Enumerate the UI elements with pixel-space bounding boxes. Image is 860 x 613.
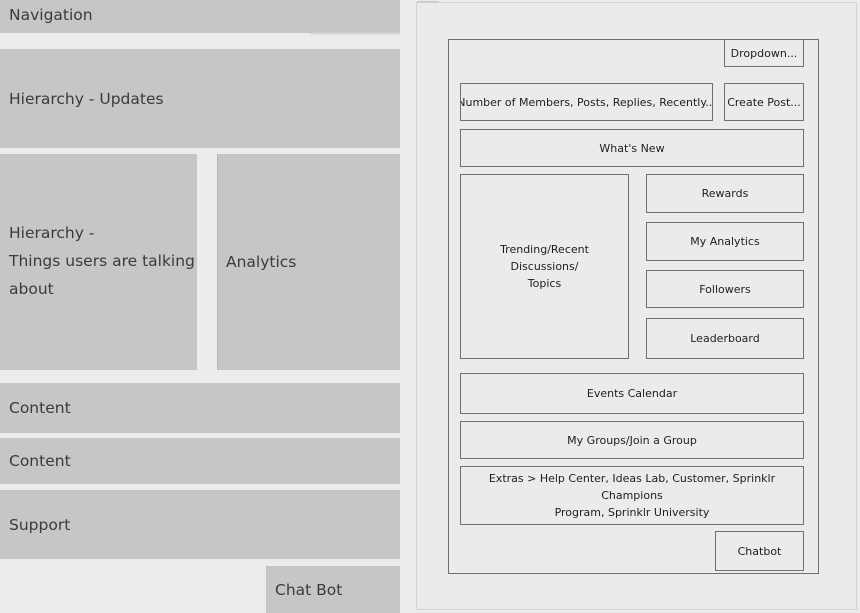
extras-label-line-2: Program, Sprinklr University [554, 506, 710, 519]
content-label-1: Content [9, 399, 71, 417]
navigation-label: Navigation [9, 6, 93, 24]
chatbot-button[interactable]: Chatbot [715, 531, 804, 571]
my-groups-section[interactable]: My Groups/Join a Group [460, 421, 804, 459]
chat-bot-label: Chat Bot [275, 580, 343, 599]
community-stats-box: Number of Members, Posts, Replies, Recen… [460, 83, 713, 121]
support-label: Support [9, 515, 71, 534]
followers-label: Followers [699, 282, 751, 296]
my-analytics-label: My Analytics [690, 235, 760, 248]
extras-section[interactable]: Extras > Help Center, Ideas Lab, Custome… [460, 466, 804, 525]
create-post-label: Create Post... [727, 95, 801, 109]
my-analytics-button[interactable]: My Analytics [646, 222, 804, 261]
events-calendar-section[interactable]: Events Calendar [460, 373, 804, 414]
leaderboard-button[interactable]: Leaderboard [646, 318, 804, 359]
trending-discussions-section[interactable]: Trending/Recent Discussions/ Topics [460, 174, 629, 359]
content-block-2: Content [0, 438, 400, 484]
followers-button[interactable]: Followers [646, 270, 804, 308]
rewards-button[interactable]: Rewards [646, 174, 804, 213]
trending-label-line-2: Topics [527, 277, 562, 290]
hierarchy-talking-line-2: Things users are talking [9, 252, 195, 270]
hierarchy-talking-line-3: about [9, 280, 54, 298]
create-post-button[interactable]: Create Post... [724, 83, 804, 121]
dropdown-button[interactable]: Dropdown... [724, 39, 804, 67]
analytics-label: Analytics [226, 253, 297, 271]
support-block: Support [0, 490, 400, 559]
hierarchy-updates-label: Hierarchy - Updates [9, 89, 164, 108]
rewards-label: Rewards [701, 187, 749, 200]
events-calendar-label: Events Calendar [586, 387, 678, 400]
community-stats-label: Number of Members, Posts, Replies, Recen… [460, 95, 713, 109]
analytics-edge [217, 154, 218, 370]
dropdown-label: Dropdown... [730, 46, 798, 60]
my-groups-label: My Groups/Join a Group [567, 433, 697, 447]
hierarchy-talking-block: Hierarchy - Things users are talking abo… [0, 154, 197, 370]
hierarchy-talking-line-1: Hierarchy - [9, 224, 95, 242]
hierarchy-updates-block: Hierarchy - Updates [0, 49, 400, 148]
leaderboard-label: Leaderboard [690, 332, 760, 345]
extras-label-line-1: Extras > Help Center, Ideas Lab, Custome… [488, 472, 776, 502]
navigation-block: Navigation [0, 0, 400, 33]
chatbot-label: Chatbot [737, 544, 782, 558]
chat-bot-block: Chat Bot [266, 566, 400, 613]
whats-new-label: What's New [599, 141, 665, 155]
analytics-block: Analytics [217, 154, 400, 370]
divider [310, 33, 400, 35]
content-block-1: Content [0, 383, 400, 433]
content-label-2: Content [9, 452, 71, 470]
whats-new-section[interactable]: What's New [460, 129, 804, 167]
trending-label-line-1: Trending/Recent Discussions/ [500, 243, 589, 273]
